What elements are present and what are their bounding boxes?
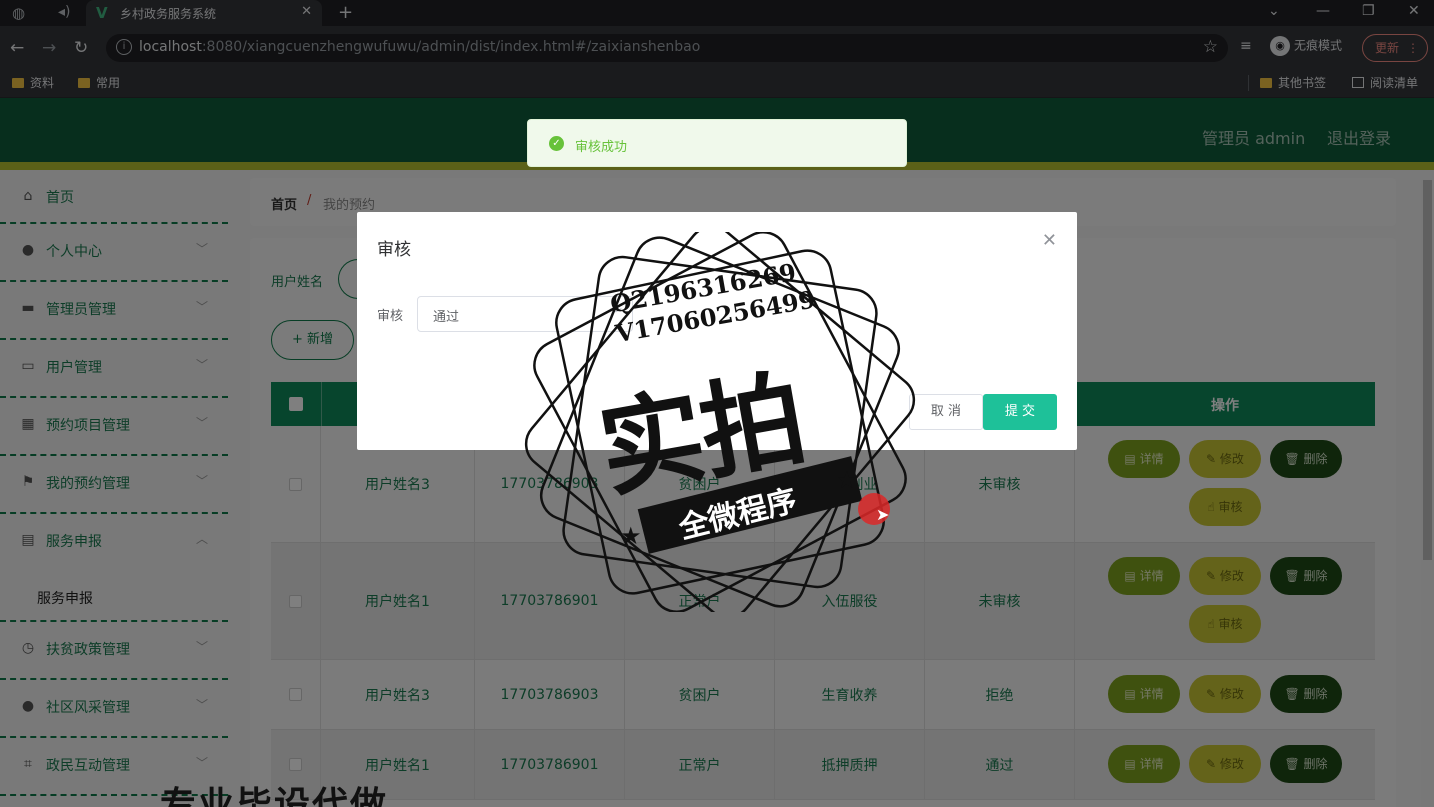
- dialog-title: 审核: [377, 240, 411, 260]
- success-toast: ✓ 审核成功: [527, 119, 907, 167]
- audit-field-label: 审核: [377, 309, 404, 324]
- cancel-button[interactable]: 取 消: [909, 394, 983, 430]
- star-icon: ★: [836, 466, 858, 494]
- star-icon: ★: [620, 522, 642, 550]
- toast-message: 审核成功: [575, 140, 628, 155]
- audit-select-value: 通过: [433, 310, 460, 325]
- submit-button[interactable]: 提 交: [983, 394, 1057, 430]
- mouse-cursor-icon: ➤: [876, 505, 890, 524]
- close-icon[interactable]: ✕: [1042, 230, 1057, 251]
- watermark-bottom-text: 专业毕设代做: [160, 785, 389, 807]
- check-circle-icon: ✓: [549, 136, 564, 151]
